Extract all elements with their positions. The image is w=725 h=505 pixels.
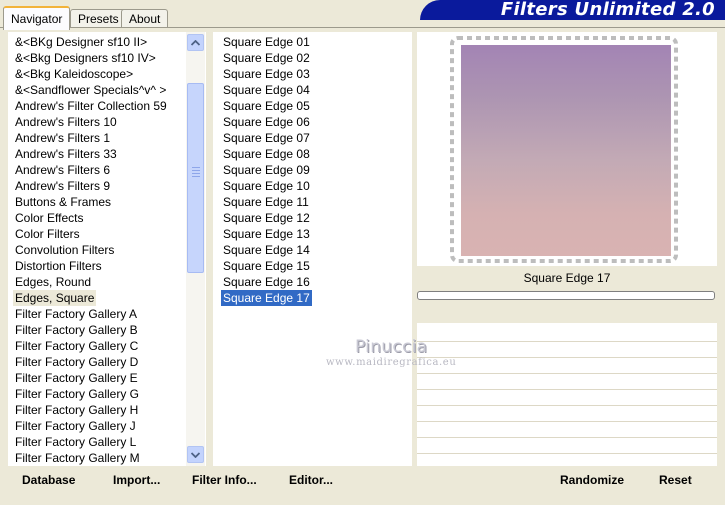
category-item[interactable]: &<Bkg Designers sf10 IV> [13,50,158,66]
filter-item[interactable]: Square Edge 07 [221,130,312,146]
filter-item[interactable]: Square Edge 17 [220,289,313,307]
category-item[interactable]: Filter Factory Gallery G [13,386,141,402]
tab-divider [0,27,725,28]
progress-bar [417,291,715,300]
tab-about[interactable]: About [121,9,169,28]
category-item[interactable]: Andrew's Filters 9 [13,178,112,194]
editor-button[interactable]: Editor... [289,473,333,487]
filter-item[interactable]: Square Edge 01 [221,34,312,50]
slider-row [417,373,717,374]
watermark-name: Pinuccia [355,337,428,357]
filter-list[interactable]: Square Edge 01 Square Edge 02 Square Edge … [213,32,412,466]
category-item[interactable]: Buttons & Frames [13,194,113,210]
slider-row [417,437,717,438]
filter-item[interactable]: Square Edge 14 [221,242,312,258]
category-scrollbar[interactable] [186,32,205,466]
grip-line [192,176,200,177]
title-banner: Filters Unlimited 2.0 [420,0,725,20]
filter-item[interactable]: Square Edge 04 [221,82,312,98]
filter-item[interactable]: Square Edge 16 [221,274,312,290]
category-item[interactable]: Filter Factory Gallery L [13,434,138,450]
filter-item[interactable]: Square Edge 03 [221,66,312,82]
preview-image [461,45,671,256]
category-item[interactable]: Andrew's Filters 6 [13,162,112,178]
category-item[interactable]: Filter Factory Gallery B [13,322,140,338]
grip-line [192,173,200,174]
category-item[interactable]: &<BKg Designer sf10 II> [13,34,149,50]
category-item[interactable]: Andrew's Filters 1 [13,130,112,146]
filter-item[interactable]: Square Edge 10 [221,178,312,194]
slider-row [417,453,717,454]
category-item[interactable]: Filter Factory Gallery J [13,418,138,434]
slider-row [417,389,717,390]
category-item[interactable]: Edges, Square [13,290,97,306]
tab-presets[interactable]: Presets [70,9,127,28]
chevron-down-icon [191,451,200,458]
reset-button[interactable]: Reset [659,473,692,487]
category-item[interactable]: Color Filters [13,226,82,242]
import-button[interactable]: Import... [113,473,160,487]
slider-row [417,421,717,422]
banner-title: Filters Unlimited 2.0 [500,0,715,20]
grip-line [192,167,200,168]
filter-item[interactable]: Square Edge 09 [221,162,312,178]
filter-item[interactable]: Square Edge 05 [221,98,312,114]
scroll-down-button[interactable] [187,446,204,463]
slider-row [417,341,717,342]
parameter-area [417,323,717,466]
category-item[interactable]: Filter Factory Gallery H [13,402,140,418]
scroll-up-button[interactable] [187,34,204,51]
slider-row [417,357,717,358]
tab-navigator[interactable]: Navigator [3,6,71,30]
category-item[interactable]: Filter Factory Gallery A [13,306,139,322]
category-item[interactable]: Andrew's Filters 10 [13,114,119,130]
category-item[interactable]: Filter Factory Gallery M [13,450,142,466]
filter-item[interactable]: Square Edge 12 [221,210,312,226]
category-item[interactable]: Convolution Filters [13,242,116,258]
category-item[interactable]: Andrew's Filters 33 [13,146,119,162]
database-button[interactable]: Database [22,473,75,487]
watermark-url: www.maidiregrafica.eu [326,357,457,368]
chevron-up-icon [191,39,200,46]
category-item[interactable]: Distortion Filters [13,258,104,274]
category-item[interactable]: Andrew's Filter Collection 59 [13,98,169,114]
filter-item[interactable]: Square Edge 06 [221,114,312,130]
category-item[interactable]: &<Sandflower Specials^v^ > [13,82,168,98]
filter-item[interactable]: Square Edge 11 [221,194,311,210]
filter-item[interactable]: Square Edge 08 [221,146,312,162]
randomize-button[interactable]: Randomize [560,473,624,487]
category-item[interactable]: Color Effects [13,210,85,226]
filter-item[interactable]: Square Edge 02 [221,50,312,66]
filter-item[interactable]: Square Edge 13 [221,226,312,242]
slider-row [417,405,717,406]
category-item[interactable]: &<Bkg Kaleidoscope> [13,66,135,82]
filter-info-button[interactable]: Filter Info... [192,473,257,487]
filter-item[interactable]: Square Edge 15 [221,258,312,274]
category-item[interactable]: Filter Factory Gallery C [13,338,140,354]
scroll-thumb[interactable] [187,83,204,273]
grip-line [192,170,200,171]
category-item[interactable]: Filter Factory Gallery E [13,370,140,386]
category-item[interactable]: Edges, Round [13,274,93,290]
category-item[interactable]: Filter Factory Gallery D [13,354,140,370]
preview-filter-name: Square Edge 17 [523,271,611,285]
category-list[interactable]: &<BKg Designer sf10 II> &<Bkg Designers s… [8,32,206,466]
